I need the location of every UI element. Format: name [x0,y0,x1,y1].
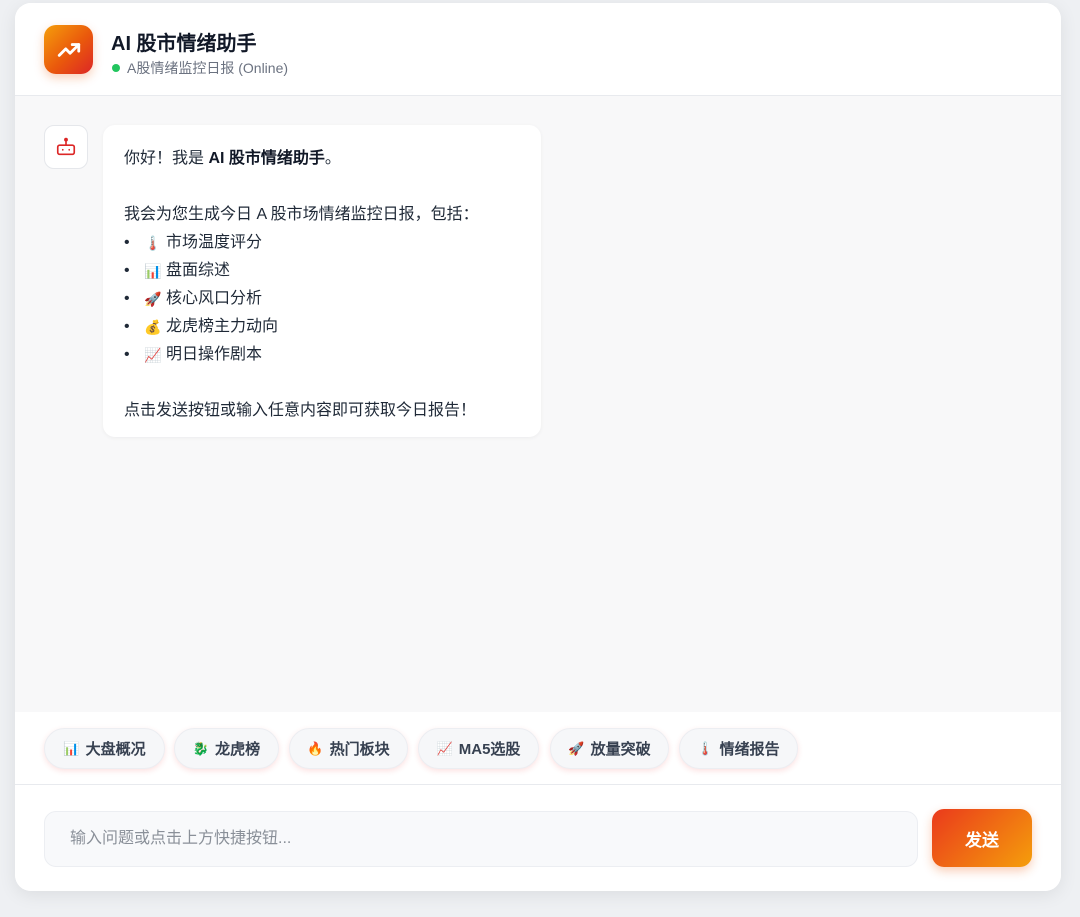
message-input[interactable] [44,811,918,867]
quick-action-dragon-tiger[interactable]: 🐉 龙虎榜 [174,728,279,769]
list-item: • 📈 明日操作剧本 [124,341,520,369]
bot-avatar [44,125,88,169]
list-item: • 📊 盘面综述 [124,257,520,285]
money-bag-icon: 💰 [144,319,162,335]
quick-action-market-overview[interactable]: 📊 大盘概况 [44,728,165,769]
list-item: • 🚀 核心风口分析 [124,285,520,313]
chart-up-icon: 📈 [436,740,453,756]
bar-chart-icon: 📊 [63,740,80,756]
rocket-icon: 🚀 [568,740,585,756]
online-status-dot [112,64,120,72]
quick-action-hot-sectors[interactable]: 🔥 热门板块 [289,728,408,769]
thermometer-icon: 🌡️ [144,235,162,251]
intro-text: 我会为您生成今日 A 股市场情绪监控日报，包括： [124,206,479,223]
quick-actions-bar: 📊 大盘概况 🐉 龙虎榜 🔥 热门板块 📈 MA5选股 🚀 放量突破 🌡️ 情绪… [15,712,1061,785]
list-item: • 🌡️ 市场温度评分 [124,229,520,257]
app-logo [44,25,93,74]
status-line: A股情绪监控日报 (Online) [112,58,288,78]
chat-header: AI 股市情绪助手 A股情绪监控日报 (Online) [15,3,1061,96]
greeting-suffix: 。 [324,150,341,167]
quick-action-sentiment-report[interactable]: 🌡️ 情绪报告 [679,728,798,769]
fire-icon: 🔥 [307,740,324,756]
assistant-name: AI 股市情绪助手 [208,150,325,167]
outro-text: 点击发送按钮或输入任意内容即可获取今日报告！ [124,402,477,419]
robot-icon [56,137,76,156]
rocket-icon: 🚀 [144,291,162,307]
trending-up-icon [57,42,80,57]
composer: 发送 [15,785,1061,891]
quick-action-ma5-picks[interactable]: 📈 MA5选股 [418,728,539,769]
thermometer-icon: 🌡️ [697,740,714,756]
bot-message-bubble: 你好！我是 AI 股市情绪助手。 我会为您生成今日 A 股市场情绪监控日报，包括… [103,125,541,437]
greeting-line: 你好！我是 AI 股市情绪助手。 [124,145,520,173]
app-title: AI 股市情绪助手 [111,33,257,55]
dragon-icon: 🐉 [192,740,210,756]
bar-chart-icon: 📊 [144,263,162,279]
chat-app-window: AI 股市情绪助手 A股情绪监控日报 (Online) 你好！我是 AI 股市情… [15,3,1061,891]
send-button[interactable]: 发送 [932,809,1032,867]
chart-up-icon: 📈 [144,347,162,363]
list-item: • 💰 龙虎榜主力动向 [124,313,520,341]
quick-action-volume-breakout[interactable]: 🚀 放量突破 [550,728,669,769]
status-text: A股情绪监控日报 (Online) [127,60,289,76]
message-list: 你好！我是 AI 股市情绪助手。 我会为您生成今日 A 股市场情绪监控日报，包括… [15,96,1061,712]
greeting-prefix: 你好！我是 [124,150,209,167]
